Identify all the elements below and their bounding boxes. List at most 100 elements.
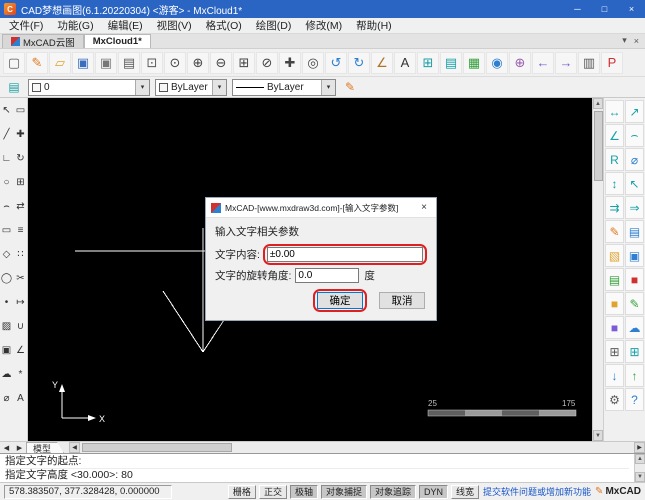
explode-icon[interactable]: * [14, 362, 27, 386]
dropdown-icon[interactable]: ▾ [321, 80, 335, 95]
vscroll-thumb[interactable] [594, 111, 603, 181]
menu-edit[interactable]: 编辑(E) [101, 18, 150, 33]
dialog-close-icon[interactable]: × [412, 198, 436, 217]
dropdown-icon[interactable]: ▾ [212, 80, 226, 95]
layer-walk-icon[interactable]: ▤ [605, 268, 624, 291]
text-tool-icon[interactable]: A [14, 386, 27, 410]
edit-pencil-icon[interactable]: ✎ [341, 78, 359, 96]
mirror-icon[interactable]: ⇄ [14, 194, 27, 218]
extend-icon[interactable]: ↦ [14, 290, 27, 314]
print-icon[interactable]: ▤ [118, 52, 140, 74]
full-view-icon[interactable]: ◎ [302, 52, 324, 74]
dim-leader-icon[interactable]: ↖ [625, 172, 644, 195]
dim-linear-icon[interactable]: ↔ [605, 100, 624, 123]
layer-manager-icon[interactable]: ▤ [440, 52, 462, 74]
prev-sheet-icon[interactable]: ◀ [0, 444, 13, 452]
chamfer-icon[interactable]: ∠ [14, 338, 27, 362]
hscroll-thumb[interactable] [82, 443, 232, 452]
scroll-up-icon[interactable]: ▲ [593, 98, 603, 109]
tab-mxcad-cloud[interactable]: MxCAD云图 [2, 34, 84, 48]
dim-radius-icon[interactable]: R [605, 148, 624, 171]
table-icon[interactable]: ⊞ [417, 52, 439, 74]
plot-icon[interactable]: ▥ [578, 52, 600, 74]
dialog-titlebar[interactable]: MxCAD-[www.mxdraw3d.com]-[输入文字参数] × [206, 198, 436, 218]
pdf-export-icon[interactable]: P [601, 52, 623, 74]
polygon-icon[interactable]: ◇ [0, 242, 13, 266]
move-icon[interactable]: ✚ [14, 122, 27, 146]
stamp-icon[interactable]: ■ [605, 316, 624, 339]
print-preview-icon[interactable]: ⊡ [141, 52, 163, 74]
toggle-grid[interactable]: 栅格 [228, 485, 256, 499]
dim-aligned-icon[interactable]: ↗ [625, 100, 644, 123]
help-icon[interactable]: ? [625, 388, 644, 411]
cloud-upload-icon[interactable]: ☁ [625, 316, 644, 339]
dim-continue-icon[interactable]: ⇒ [625, 196, 644, 219]
view-back-icon[interactable]: ← [532, 52, 554, 74]
toggle-lineweight[interactable]: 线宽 [451, 485, 479, 499]
new-file-icon[interactable]: ▢ [3, 52, 25, 74]
close-button[interactable]: × [618, 0, 645, 18]
hatch-icon[interactable]: ▨ [0, 314, 13, 338]
line-icon[interactable]: ╱ [0, 122, 13, 146]
dim-style-icon[interactable]: ▤ [625, 220, 644, 243]
command-scrollbar[interactable]: ▲ ▼ [634, 454, 645, 482]
toggle-otrack[interactable]: 对象追踪 [370, 485, 416, 499]
scroll-right-icon[interactable]: ▶ [634, 442, 645, 453]
next-sheet-icon[interactable]: ▶ [13, 444, 26, 452]
brush-icon[interactable]: ✎ [625, 292, 644, 315]
toggle-osnap[interactable]: 对象捕捉 [321, 485, 367, 499]
ellipse-icon[interactable]: ◯ [0, 266, 13, 290]
ok-button[interactable]: 确定 [317, 292, 363, 309]
dim-arc-icon[interactable]: ⌢ [625, 124, 644, 147]
rotate-icon[interactable]: ↻ [14, 146, 27, 170]
menu-format[interactable]: 格式(O) [199, 18, 249, 33]
circle-icon[interactable]: ○ [0, 170, 13, 194]
toggle-polar[interactable]: 极轴 [290, 485, 318, 499]
zoom-in-icon[interactable]: ⊕ [187, 52, 209, 74]
array-icon[interactable]: ∷ [14, 242, 27, 266]
sheet-set-icon[interactable]: ⊞ [625, 340, 644, 363]
trim-icon[interactable]: ✂ [14, 266, 27, 290]
tab-list-icon[interactable]: ▾ [622, 35, 627, 46]
copy-icon[interactable]: ⊞ [14, 170, 27, 194]
scroll-left-icon[interactable]: ◀ [69, 442, 80, 453]
point-icon[interactable]: • [0, 290, 13, 314]
command-prompt-line[interactable]: 指定文字高度 <30.000>: 80 [5, 468, 629, 481]
dim-ordinate-icon[interactable]: ↕ [605, 172, 624, 195]
model-tab[interactable]: 模型 [26, 442, 64, 453]
menu-function[interactable]: 功能(G) [50, 18, 100, 33]
open-folder-icon[interactable]: ▱ [49, 52, 71, 74]
zoom-window-icon[interactable]: ⊞ [233, 52, 255, 74]
menu-draw[interactable]: 绘图(D) [249, 18, 299, 33]
erase-icon[interactable]: ▭ [14, 98, 27, 122]
text-content-input[interactable] [267, 247, 423, 262]
dim-baseline-icon[interactable]: ⇉ [605, 196, 624, 219]
insert-block-icon[interactable]: ⊕ [509, 52, 531, 74]
menu-file[interactable]: 文件(F) [2, 18, 50, 33]
toggle-dyn[interactable]: DYN [419, 485, 448, 499]
block-library-icon[interactable]: ▣ [625, 244, 644, 267]
view-forward-icon[interactable]: → [555, 52, 577, 74]
undo-icon[interactable]: ↺ [325, 52, 347, 74]
scroll-down-icon[interactable]: ▼ [635, 472, 645, 482]
minimize-button[interactable]: ─ [564, 0, 591, 18]
dim-edit-icon[interactable]: ✎ [605, 220, 624, 243]
scroll-down-icon[interactable]: ▼ [593, 430, 603, 441]
settings-icon[interactable]: ⚙ [605, 388, 624, 411]
text-icon[interactable]: A [394, 52, 416, 74]
draw-order-icon[interactable]: ▧ [605, 244, 624, 267]
color-swatch-icon[interactable]: ■ [625, 268, 644, 291]
linetype-select[interactable]: ByLayer ▾ [232, 79, 336, 96]
block-icon[interactable]: ▣ [0, 338, 13, 362]
maximize-button[interactable]: □ [591, 0, 618, 18]
distance-icon[interactable]: ⌀ [0, 386, 13, 410]
zoom-previous-icon[interactable]: ⊘ [256, 52, 278, 74]
scroll-up-icon[interactable]: ▲ [635, 454, 645, 464]
rectangle-icon[interactable]: ▭ [0, 218, 13, 242]
raster-image-icon[interactable]: ▦ [463, 52, 485, 74]
fill-icon[interactable]: ■ [605, 292, 624, 315]
upload-icon[interactable]: ↑ [625, 364, 644, 387]
zoom-extents-icon[interactable]: ⊙ [164, 52, 186, 74]
tab-close-icon[interactable]: × [634, 36, 639, 46]
fillet-icon[interactable]: ∪ [14, 314, 27, 338]
